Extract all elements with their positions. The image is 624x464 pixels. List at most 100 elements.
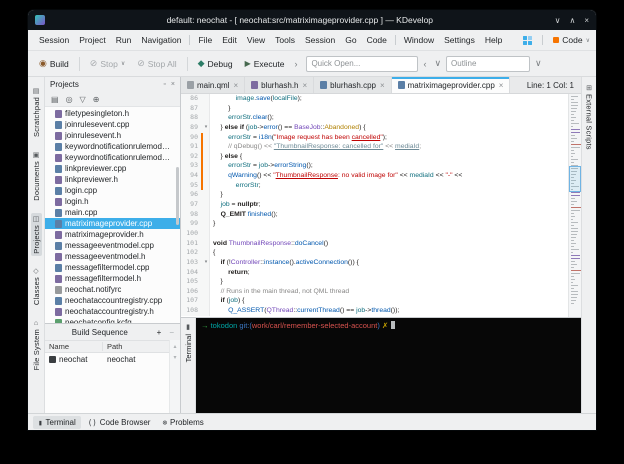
- chevron-down-icon[interactable]: ∨: [532, 58, 545, 69]
- terminal-dock-tab[interactable]: ▮ Terminal: [181, 318, 196, 413]
- debug-button[interactable]: ◆ Debug: [193, 56, 238, 72]
- toolbar-overflow-icon[interactable]: ›: [291, 59, 300, 69]
- menu-file[interactable]: File: [193, 33, 217, 47]
- terminal-output[interactable]: → tokodon git:(work/carl/remember-select…: [196, 318, 581, 413]
- chevron-down-icon[interactable]: ∨: [431, 58, 444, 69]
- add-build-item-button[interactable]: +: [157, 328, 162, 337]
- fold-marker-icon[interactable]: ▾: [203, 123, 210, 133]
- dock-tab-scratchpad[interactable]: ▤Scratchpad: [31, 85, 42, 140]
- editor-tab-matriximageprovider.cpp[interactable]: matriximageprovider.cpp×: [392, 77, 511, 93]
- code-line[interactable]: 102{: [181, 248, 568, 258]
- file-tree-item[interactable]: messageeventmodel.cpp: [45, 240, 180, 251]
- tree-mode-icon[interactable]: ▤: [51, 95, 59, 104]
- code-line[interactable]: 88 errorStr.clear();: [181, 113, 568, 123]
- dock-tab-documents[interactable]: ▣Documents: [31, 149, 42, 204]
- file-tree-item[interactable]: joinrulesevent.cpp: [45, 119, 180, 130]
- code-line[interactable]: 100: [181, 229, 568, 239]
- file-tree-item[interactable]: linkpreviewer.h: [45, 174, 180, 185]
- minimap-viewport[interactable]: [569, 166, 581, 192]
- menu-session[interactable]: Session: [300, 33, 340, 47]
- close-tab-icon[interactable]: ×: [233, 81, 238, 90]
- code-line[interactable]: 97 job = nullptr;: [181, 200, 568, 210]
- editor-tab-blurhash.cpp[interactable]: blurhash.cpp×: [314, 77, 391, 93]
- code-line[interactable]: 98 Q_EMIT finished();: [181, 210, 568, 220]
- build-button[interactable]: ◉ Build: [34, 56, 74, 72]
- code-line[interactable]: 94 qWarning() << "ThumbnailResponse: no …: [181, 171, 568, 181]
- filter-icon[interactable]: ▽: [80, 95, 86, 104]
- code-editor[interactable]: 86 image.save(localFile);87 }88 errorStr…: [181, 94, 581, 317]
- file-tree-item[interactable]: messagefiltermodel.cpp: [45, 262, 180, 273]
- project-settings-icon[interactable]: ⊕: [93, 95, 100, 104]
- file-tree-item[interactable]: keywordnotificationrulemodel.cpp: [45, 141, 180, 152]
- close-tab-icon[interactable]: ×: [302, 81, 307, 90]
- float-panel-icon[interactable]: ▫: [163, 81, 165, 88]
- file-tree-item[interactable]: login.cpp: [45, 185, 180, 196]
- dock-tab-projects[interactable]: ◫Projects: [31, 213, 42, 257]
- file-tree-item[interactable]: matriximageprovider.h: [45, 229, 180, 240]
- stop-all-button[interactable]: ⊘ Stop All: [132, 56, 181, 72]
- menu-window[interactable]: Window: [399, 33, 439, 47]
- statusbar-problems[interactable]: ⊗Problems: [157, 416, 208, 429]
- quick-open-input[interactable]: [306, 56, 418, 72]
- menu-run[interactable]: Run: [111, 33, 137, 47]
- file-tree-item[interactable]: messagefiltermodel.h: [45, 273, 180, 284]
- close-tab-icon[interactable]: ×: [499, 81, 504, 90]
- tree-scrollbar[interactable]: [176, 167, 179, 225]
- file-tree-item[interactable]: main.cpp: [45, 207, 180, 218]
- execute-button[interactable]: ▶ Execute: [240, 56, 290, 72]
- editor-tab-main.qml[interactable]: main.qml×: [181, 77, 245, 93]
- menu-tools[interactable]: Tools: [270, 33, 300, 47]
- dock-tab-external-scripts[interactable]: ⊞External Scripts: [584, 82, 595, 153]
- menu-help[interactable]: Help: [480, 33, 507, 47]
- close-button[interactable]: ×: [584, 16, 589, 25]
- stop-button[interactable]: ⊘ Stop ∨: [85, 56, 130, 72]
- titlebar[interactable]: default: neochat - [ neochat:src/matrixi…: [28, 10, 596, 30]
- fold-marker-icon[interactable]: ▾: [203, 258, 210, 268]
- code-line[interactable]: 101void ThumbnailResponse::doCancel(): [181, 239, 568, 249]
- minimap[interactable]: [568, 94, 581, 317]
- code-line[interactable]: 92 } else {: [181, 152, 568, 162]
- code-line[interactable]: 104 return;: [181, 268, 568, 278]
- build-sequence-row[interactable]: neochatneochat: [45, 353, 169, 366]
- code-line[interactable]: 107 if (job) {: [181, 296, 568, 306]
- code-line[interactable]: 91 // qDebug() << "ThumbnailResponse: ca…: [181, 142, 568, 152]
- dock-tab-classes[interactable]: ◇Classes: [31, 265, 42, 308]
- file-tree-item[interactable]: neochatconfig.kcfg: [45, 317, 180, 323]
- menu-view[interactable]: View: [242, 33, 270, 47]
- file-tree-item[interactable]: filetypesingleton.h: [45, 108, 180, 119]
- code-line[interactable]: 99}: [181, 219, 568, 229]
- column-name[interactable]: Name: [45, 342, 103, 351]
- code-line[interactable]: 87 }: [181, 104, 568, 114]
- code-line[interactable]: 89▾ } else if (job->error() == BaseJob::…: [181, 123, 568, 133]
- menu-go[interactable]: Go: [340, 33, 361, 47]
- code-line[interactable]: 95 errorStr;: [181, 181, 568, 191]
- menu-session[interactable]: Session: [34, 33, 74, 47]
- file-tree-item[interactable]: matriximageprovider.cpp: [45, 218, 180, 229]
- file-tree-item[interactable]: linkpreviewer.cpp: [45, 163, 180, 174]
- file-tree-item[interactable]: neochat.notifyrc: [45, 284, 180, 295]
- file-tree-item[interactable]: joinrulesevent.h: [45, 130, 180, 141]
- code-line[interactable]: 106 // Runs in the main thread, not QML …: [181, 287, 568, 297]
- code-line[interactable]: 103▾ if (!Controller::instance().activeC…: [181, 258, 568, 268]
- minimize-button[interactable]: ∨: [555, 16, 561, 25]
- menu-settings[interactable]: Settings: [439, 33, 480, 47]
- locate-document-icon[interactable]: ◎: [66, 95, 73, 104]
- code-line[interactable]: 86 image.save(localFile);: [181, 94, 568, 104]
- working-area-grid-icon[interactable]: [523, 36, 532, 45]
- file-tree-item[interactable]: neochataccountregistry.cpp: [45, 295, 180, 306]
- menu-code[interactable]: Code: [362, 33, 392, 47]
- code-line[interactable]: 108 Q_ASSERT(QThread::currentThread() ==…: [181, 306, 568, 316]
- statusbar-code-browser[interactable]: ()Code Browser: [83, 416, 156, 429]
- dock-tab-file-system[interactable]: ⌂File System: [31, 317, 42, 373]
- code-line[interactable]: 90 errorStr = i18n("Image request has be…: [181, 133, 568, 143]
- move-down-icon[interactable]: ▾: [173, 354, 176, 361]
- code-line[interactable]: 96 }: [181, 190, 568, 200]
- editor-tab-blurhash.h[interactable]: blurhash.h×: [245, 77, 314, 93]
- remove-build-item-button[interactable]: −: [169, 328, 174, 337]
- menu-navigation[interactable]: Navigation: [136, 33, 186, 47]
- maximize-button[interactable]: ∧: [569, 16, 575, 25]
- close-tab-icon[interactable]: ×: [380, 81, 385, 90]
- statusbar-terminal[interactable]: ▮Terminal: [33, 416, 81, 429]
- column-path[interactable]: Path: [103, 342, 169, 351]
- file-tree-item[interactable]: login.h: [45, 196, 180, 207]
